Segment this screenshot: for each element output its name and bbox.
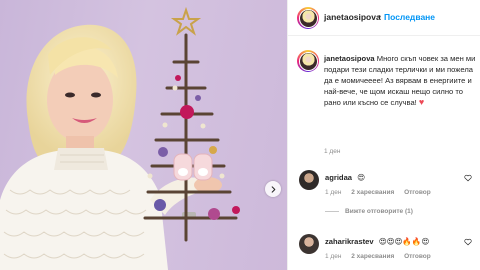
post-side-panel: janetaosipova • Последване janetaosipova… xyxy=(287,0,480,270)
view-replies-label: Вижте отговорите (1) xyxy=(345,208,413,215)
caption-text: janetaosipova Много скъп човек за мен ми… xyxy=(324,53,479,108)
caption-timestamp[interactable]: 1 ден xyxy=(324,148,340,155)
header-separator: • xyxy=(378,11,381,21)
caption-username[interactable]: janetaosipova xyxy=(324,54,375,63)
carousel-next-button[interactable] xyxy=(265,181,281,197)
caption-author-avatar[interactable] xyxy=(297,50,319,72)
caption-heart-emoji: ♥ xyxy=(418,97,425,107)
comment-meta: 1 ден 2 харесвания Отговор xyxy=(325,253,439,260)
comment-likes[interactable]: 2 харесвания xyxy=(351,253,394,260)
comment-meta: 1 ден 2 харесвания Отговор xyxy=(325,189,439,196)
chevron-right-icon xyxy=(271,185,275,193)
heart-outline-icon[interactable] xyxy=(464,174,472,182)
comment-likes[interactable]: 2 харесвания xyxy=(351,189,394,196)
comment-username[interactable]: agridaa xyxy=(325,173,352,182)
comment-timestamp[interactable]: 1 ден xyxy=(325,189,341,196)
comment-line: agridaa 😍 xyxy=(325,173,365,182)
author-username[interactable]: janetaosipova xyxy=(324,12,381,22)
commenter-avatar[interactable] xyxy=(299,234,319,254)
heart-outline-icon[interactable] xyxy=(464,238,472,246)
post-header: janetaosipova • Последване xyxy=(288,0,480,36)
post-photo[interactable] xyxy=(0,0,287,270)
follow-button[interactable]: Последване xyxy=(384,12,435,22)
comment-text: 😍😍😍🔥🔥😍 xyxy=(378,237,430,246)
comment-timestamp[interactable]: 1 ден xyxy=(325,253,341,260)
view-replies-button[interactable]: Вижте отговорите (1) xyxy=(325,208,413,215)
photo-illustration xyxy=(0,6,240,270)
reply-button[interactable]: Отговор xyxy=(404,253,431,260)
reply-button[interactable]: Отговор xyxy=(404,189,431,196)
comment-text: 😍 xyxy=(357,173,366,182)
author-avatar[interactable] xyxy=(297,7,319,29)
commenter-avatar[interactable] xyxy=(299,170,319,190)
comment-username[interactable]: zaharikrastev xyxy=(325,237,374,246)
replies-divider xyxy=(325,210,339,212)
comment-line: zaharikrastev 😍😍😍🔥🔥😍 xyxy=(325,237,429,246)
